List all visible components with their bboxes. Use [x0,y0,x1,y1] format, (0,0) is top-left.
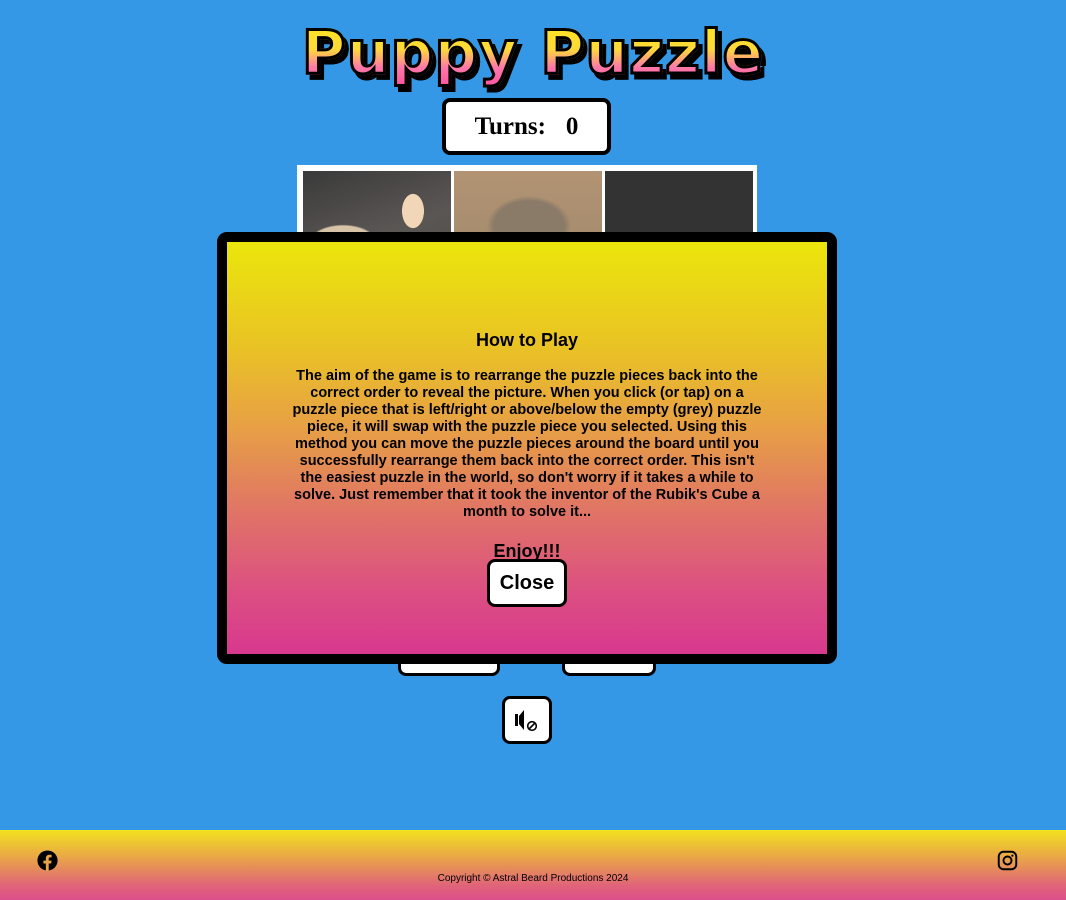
mute-button[interactable] [502,696,552,744]
facebook-icon[interactable] [37,850,58,871]
modal-instructions: The aim of the game is to rearrange the … [292,368,762,520]
turns-value: 0 [565,112,579,140]
how-to-play-modal: How to Play The aim of the game is to re… [217,232,837,664]
game-title: Puppy Puzzle [300,17,765,90]
title-container: Puppy Puzzle [0,17,1066,90]
turns-label: Turns: [474,112,546,140]
close-button[interactable]: Close [487,559,567,607]
copyright-text: Copyright © Astral Beard Productions 202… [437,873,629,884]
sound-muted-icon [515,710,538,732]
turns-counter: Turns: 0 [442,98,611,155]
modal-heading: How to Play [475,330,578,350]
instagram-icon[interactable] [997,850,1018,871]
footer: Copyright © Astral Beard Productions 202… [0,830,1066,900]
